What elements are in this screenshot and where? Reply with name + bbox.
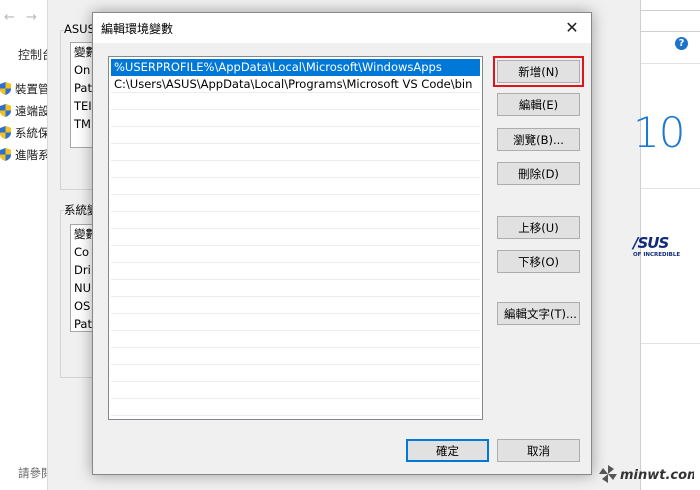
cp-link-label: 系統保 bbox=[15, 126, 50, 140]
empty-row[interactable] bbox=[111, 331, 480, 348]
empty-row[interactable] bbox=[111, 280, 480, 297]
move-down-button[interactable]: 下移(O) bbox=[497, 250, 580, 273]
empty-row[interactable] bbox=[111, 246, 480, 263]
path-list-item[interactable]: %USERPROFILE%\AppData\Local\Microsoft\Wi… bbox=[111, 59, 480, 76]
divider bbox=[641, 63, 700, 64]
empty-row[interactable] bbox=[111, 195, 480, 212]
asus-logo: /SUS bbox=[633, 234, 669, 252]
cancel-button[interactable]: 取消 bbox=[497, 439, 580, 462]
divider bbox=[641, 188, 700, 189]
empty-row[interactable] bbox=[111, 178, 480, 195]
shield-icon bbox=[0, 126, 11, 139]
back-arrow-icon[interactable]: ← bbox=[4, 10, 15, 25]
divider bbox=[641, 343, 700, 344]
minwt-watermark: minwt.com bbox=[599, 465, 694, 483]
move-up-button[interactable]: 上移(U) bbox=[497, 216, 580, 239]
empty-row[interactable] bbox=[111, 161, 480, 178]
edit-button[interactable]: 編輯(E) bbox=[497, 93, 580, 116]
cp-link-label: 裝置管 bbox=[15, 82, 50, 96]
empty-row[interactable] bbox=[111, 365, 480, 382]
watermark-pinwheel-icon bbox=[599, 465, 617, 483]
dialog-title-bar[interactable]: 編輯環境變數 ✕ bbox=[93, 13, 591, 43]
empty-row[interactable] bbox=[111, 144, 480, 161]
help-icon[interactable]: ? bbox=[675, 37, 688, 50]
empty-row[interactable] bbox=[111, 348, 480, 365]
shield-icon bbox=[0, 148, 11, 161]
path-list-item[interactable]: C:\Users\ASUS\AppData\Local\Programs\Mic… bbox=[111, 76, 480, 93]
forward-arrow-icon[interactable]: → bbox=[26, 10, 37, 25]
watermark-text: minwt.com bbox=[620, 468, 694, 483]
shield-icon bbox=[0, 82, 11, 95]
dialog-title: 編輯環境變數 bbox=[101, 22, 174, 36]
browse-button[interactable]: 瀏覽(B)... bbox=[497, 128, 580, 151]
path-list[interactable]: %USERPROFILE%\AppData\Local\Microsoft\Wi… bbox=[108, 56, 483, 420]
empty-row[interactable] bbox=[111, 212, 480, 229]
control-panel-window: ← → 控制台 裝置管 遠端設 系統保 進階系 請參閱 bbox=[0, 0, 54, 490]
system-about-window: ? 10 /SUS OF INCREDIBLE bbox=[633, 0, 700, 490]
empty-row[interactable] bbox=[111, 314, 480, 331]
edit-text-button[interactable]: 編輯文字(T)... bbox=[497, 302, 580, 325]
new-button[interactable]: 新增(N) bbox=[497, 60, 580, 83]
ok-button[interactable]: 確定 bbox=[406, 439, 489, 462]
asus-tagline: OF INCREDIBLE bbox=[633, 252, 681, 258]
cp-link-advanced[interactable]: 進階系 bbox=[0, 147, 50, 163]
shield-icon bbox=[0, 104, 11, 117]
close-icon[interactable]: ✕ bbox=[559, 16, 585, 40]
cp-link-system-protection[interactable]: 系統保 bbox=[0, 125, 50, 141]
empty-row[interactable] bbox=[111, 297, 480, 314]
delete-button[interactable]: 刪除(D) bbox=[497, 162, 580, 185]
empty-row[interactable] bbox=[111, 382, 480, 399]
cp-link-label: 遠端設 bbox=[15, 104, 50, 118]
empty-row[interactable] bbox=[111, 263, 480, 280]
cp-link-device-manager[interactable]: 裝置管 bbox=[0, 81, 50, 97]
search-box[interactable] bbox=[641, 10, 700, 32]
windows-10-logo: 10 bbox=[633, 108, 685, 157]
edit-environment-variable-dialog: 編輯環境變數 ✕ %USERPROFILE%\AppData\Local\Mic… bbox=[92, 12, 592, 475]
empty-row[interactable] bbox=[111, 399, 480, 416]
cp-link-remote[interactable]: 遠端設 bbox=[0, 103, 50, 119]
empty-row[interactable] bbox=[111, 229, 480, 246]
empty-row[interactable] bbox=[111, 93, 480, 110]
empty-row[interactable] bbox=[111, 110, 480, 127]
cp-link-label: 進階系 bbox=[15, 148, 50, 162]
empty-row[interactable] bbox=[111, 127, 480, 144]
